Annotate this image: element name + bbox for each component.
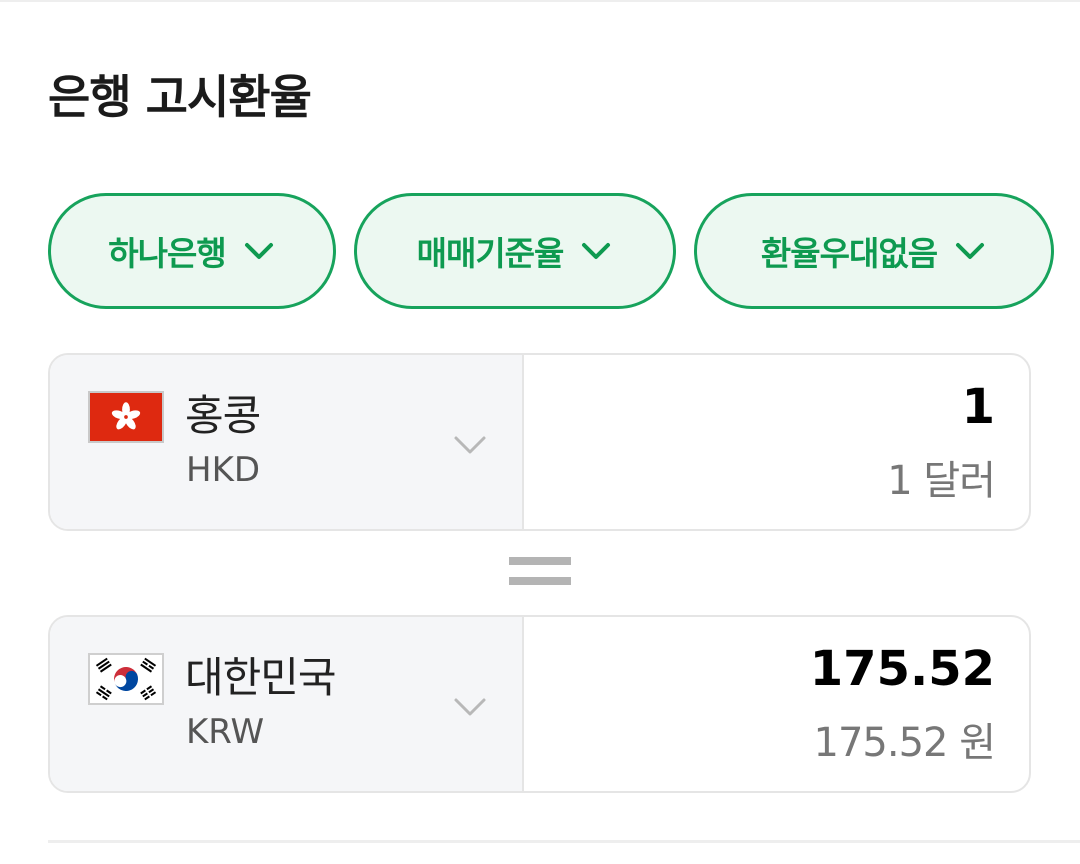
- rate-type-filter-label: 매매기준율: [416, 234, 565, 273]
- chevron-down-icon: [454, 698, 486, 716]
- bottom-divider: [48, 840, 1080, 843]
- to-amount-area[interactable]: 175.52 175.52 원: [524, 617, 1029, 791]
- from-amount-text: 1 달러: [887, 458, 996, 504]
- from-currency-code: HKD: [186, 450, 261, 490]
- chevron-down-icon: [582, 243, 611, 259]
- to-currency-code: KRW: [186, 712, 265, 752]
- to-amount-text: 175.52 원: [813, 720, 996, 766]
- rate-type-filter-chip[interactable]: 매매기준율: [354, 193, 676, 309]
- chevron-down-icon: [454, 436, 486, 454]
- filter-chips: 하나은행 매매기준율 환율우대없음: [48, 193, 1080, 314]
- discount-filter-label: 환율우대없음: [760, 234, 938, 273]
- chevron-down-icon: [956, 243, 985, 259]
- from-currency-row: 홍콩 HKD 1 1 달러: [48, 353, 1031, 531]
- from-country-name: 홍콩: [185, 391, 261, 440]
- to-currency-row: 대한민국 KRW 175.52 175.52 원: [48, 615, 1031, 793]
- to-amount-value[interactable]: 175.52: [810, 641, 995, 699]
- south-korea-flag-icon: [88, 653, 164, 705]
- hong-kong-flag-icon: [88, 391, 164, 443]
- top-divider: [0, 0, 1080, 2]
- from-currency-select[interactable]: 홍콩 HKD: [50, 355, 524, 529]
- page-title: 은행 고시환율: [48, 70, 312, 124]
- bank-filter-chip[interactable]: 하나은행: [48, 193, 336, 309]
- equals-icon: [509, 557, 571, 587]
- from-amount-input[interactable]: 1: [962, 379, 995, 437]
- discount-filter-chip[interactable]: 환율우대없음: [694, 193, 1054, 309]
- to-country-name: 대한민국: [185, 653, 337, 702]
- bank-filter-label: 하나은행: [108, 234, 226, 273]
- from-amount-area[interactable]: 1 1 달러: [524, 355, 1029, 529]
- to-currency-select[interactable]: 대한민국 KRW: [50, 617, 524, 791]
- chevron-down-icon: [244, 243, 273, 259]
